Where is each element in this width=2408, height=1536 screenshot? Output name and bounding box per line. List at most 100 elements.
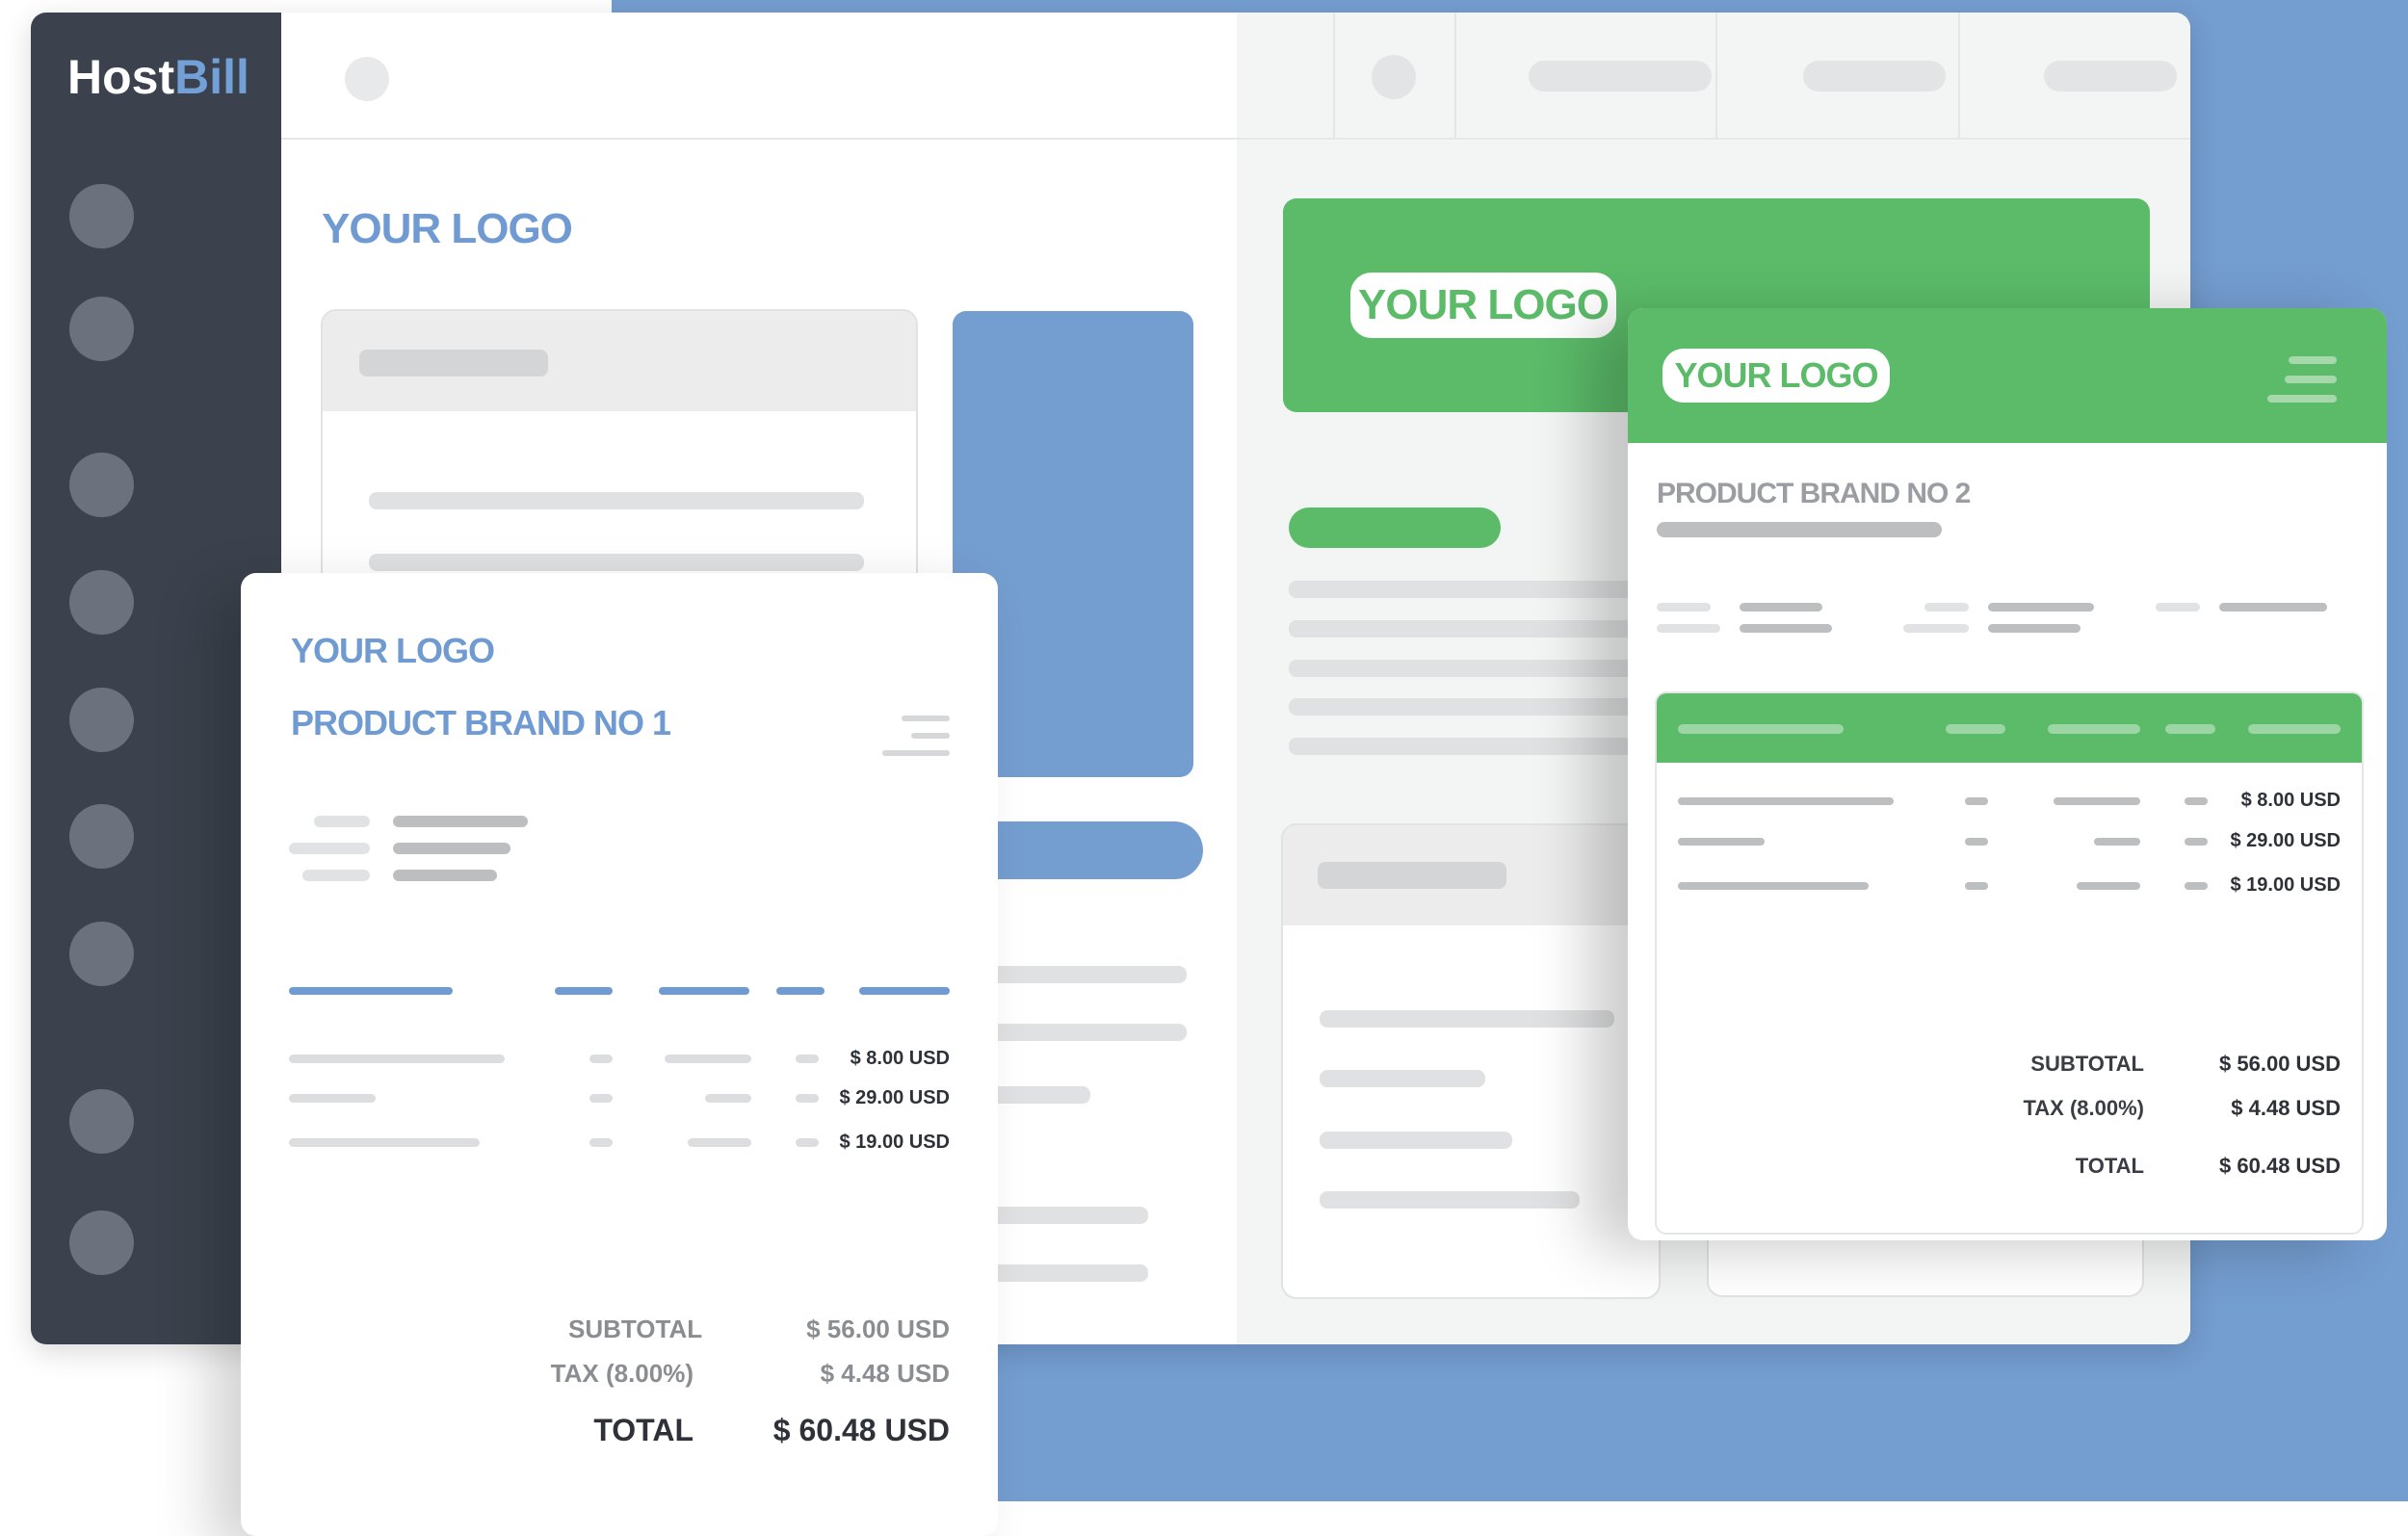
subtotal-label: SUBTOTAL (568, 1315, 703, 1343)
table-header-cell (289, 987, 453, 995)
divider (1333, 13, 1335, 138)
sidebar-nav-item-3[interactable] (69, 453, 134, 517)
subtotal-label: SUBTOTAL (2030, 1052, 2144, 1076)
top-menu-item[interactable] (2044, 61, 2177, 91)
sidebar-nav-item-2[interactable] (69, 297, 134, 361)
banner-logo: YOUR LOGO (1350, 273, 1616, 338)
invoice-logo: YOUR LOGO (1662, 349, 1890, 403)
table-header-cell (2248, 724, 2341, 734)
menu-icon-line (882, 750, 950, 756)
tax-value: $ 4.48 USD (2231, 1096, 2341, 1120)
line-item-price (2054, 797, 2140, 805)
line-item-tax (796, 1138, 819, 1147)
menu-icon[interactable] (2289, 356, 2337, 364)
line-item-tax (2185, 882, 2208, 890)
line-item-amount: $ 19.00 USD (839, 1132, 950, 1153)
line-item-desc (1678, 838, 1765, 846)
total-label: TOTAL (2075, 1154, 2144, 1178)
table-header-cell (659, 987, 749, 995)
meta-value (393, 843, 510, 854)
meta-label (314, 816, 370, 827)
table-header-cell (1678, 724, 1844, 734)
line-item-qty (589, 1094, 613, 1103)
meta-label (1903, 624, 1969, 633)
sidebar-nav-item-6[interactable] (69, 804, 134, 869)
meta-label (1657, 603, 1711, 612)
tax-value: $ 4.48 USD (820, 1359, 950, 1388)
line-item-desc (289, 1054, 505, 1063)
line-item-desc (289, 1138, 480, 1147)
meta-label (302, 870, 370, 881)
line-item-price (2077, 882, 2140, 890)
menu-icon-line (2285, 376, 2337, 383)
invoice-card-1: YOUR LOGO PRODUCT BRAND NO 1 $ 8.00 USD … (241, 573, 998, 1536)
tax-label: TAX (8.00%) (550, 1359, 694, 1388)
line-item-amount: $ 19.00 USD (2230, 874, 2341, 896)
table-header (1657, 693, 2362, 763)
invoice-card-2: YOUR LOGO PRODUCT BRAND NO 2 $ 8.00 USD … (1628, 308, 2387, 1240)
invoice-brand-title: PRODUCT BRAND NO 2 (1657, 478, 1971, 509)
tax-label: TAX (8.00%) (2023, 1096, 2144, 1120)
invoice-table: $ 8.00 USD $ 29.00 USD $ 19.00 USD SUBTO… (1655, 691, 2364, 1235)
placeholder-bar (1289, 698, 1674, 716)
placeholder-bar (1289, 581, 1674, 598)
placeholder-bar (1320, 1070, 1485, 1087)
placeholder-bar (1320, 1010, 1614, 1028)
placeholder-bar (359, 350, 548, 377)
top-menu-item[interactable] (1529, 61, 1712, 91)
notification-icon[interactable] (1372, 55, 1416, 99)
green-button[interactable] (1289, 508, 1501, 548)
line-item-desc (1678, 882, 1869, 890)
total-value: $ 60.48 USD (772, 1413, 950, 1447)
sidebar-nav-item-7[interactable] (69, 922, 134, 986)
top-menu-item[interactable] (1803, 61, 1946, 91)
total-label: TOTAL (593, 1413, 694, 1447)
meta-label (289, 843, 370, 854)
placeholder-bar (984, 1024, 1187, 1041)
line-item-qty (589, 1138, 613, 1147)
table-header-cell (859, 987, 950, 995)
placeholder-bar (984, 1086, 1090, 1104)
line-item-tax (2185, 838, 2208, 846)
placeholder-bar (1289, 620, 1674, 638)
table-header-cell (1946, 724, 2005, 734)
sidebar-nav-item-9[interactable] (69, 1211, 134, 1275)
line-item-price (705, 1094, 751, 1103)
line-item-tax (796, 1054, 819, 1063)
brand-logo: HostBill (67, 50, 249, 104)
meta-label (1924, 603, 1969, 612)
subtotal-value: $ 56.00 USD (806, 1315, 950, 1343)
sidebar-nav-item-8[interactable] (69, 1089, 134, 1154)
invoice-header: YOUR LOGO (1628, 308, 2387, 443)
divider (1715, 13, 1717, 138)
placeholder-bar (369, 492, 864, 509)
sidebar-nav-item-5[interactable] (69, 688, 134, 752)
placeholder-bar (1318, 862, 1506, 889)
line-item-qty (1965, 882, 1988, 890)
divider (1958, 13, 1960, 138)
menu-icon-line (2267, 395, 2337, 403)
invoice-logo: YOUR LOGO (291, 631, 495, 670)
top-bar-right (1237, 13, 2190, 138)
content-card (1281, 823, 1661, 1299)
line-item-price (2094, 838, 2140, 846)
line-item-tax (796, 1094, 819, 1103)
placeholder-bar (984, 1264, 1148, 1282)
placeholder-bar (984, 966, 1187, 983)
line-item-amount: $ 8.00 USD (850, 1048, 950, 1069)
sidebar-nav-item-1[interactable] (69, 184, 134, 248)
table-header-cell (2165, 724, 2215, 734)
your-logo: YOUR LOGO (322, 205, 573, 252)
line-item-qty (1965, 797, 1988, 805)
meta-value (2219, 603, 2327, 612)
sidebar-nav-item-4[interactable] (69, 570, 134, 635)
line-item-qty (1965, 838, 1988, 846)
menu-icon-line (911, 733, 950, 739)
avatar[interactable] (345, 57, 389, 101)
placeholder-bar (1289, 738, 1674, 755)
divider (1454, 13, 1456, 138)
line-item-tax (2185, 797, 2208, 805)
placeholder-bar (1320, 1191, 1580, 1209)
brand-subtitle-bar (1657, 522, 1942, 537)
menu-icon[interactable] (902, 716, 950, 721)
